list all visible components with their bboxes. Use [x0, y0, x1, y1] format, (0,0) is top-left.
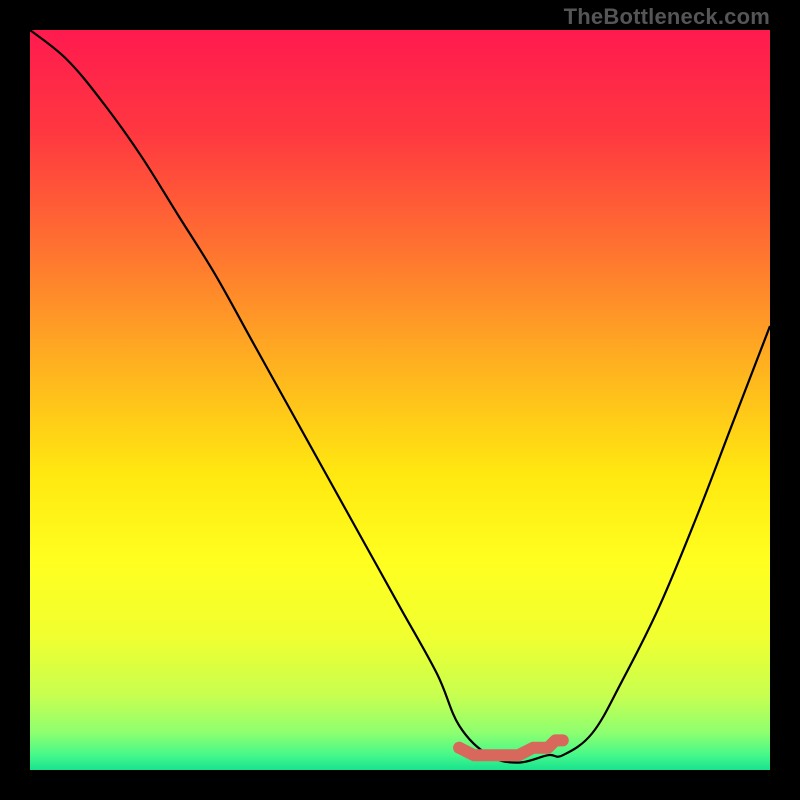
plot-area [30, 30, 770, 770]
background-gradient [30, 30, 770, 770]
watermark-text: TheBottleneck.com [564, 4, 770, 30]
chart-frame: TheBottleneck.com [0, 0, 800, 800]
